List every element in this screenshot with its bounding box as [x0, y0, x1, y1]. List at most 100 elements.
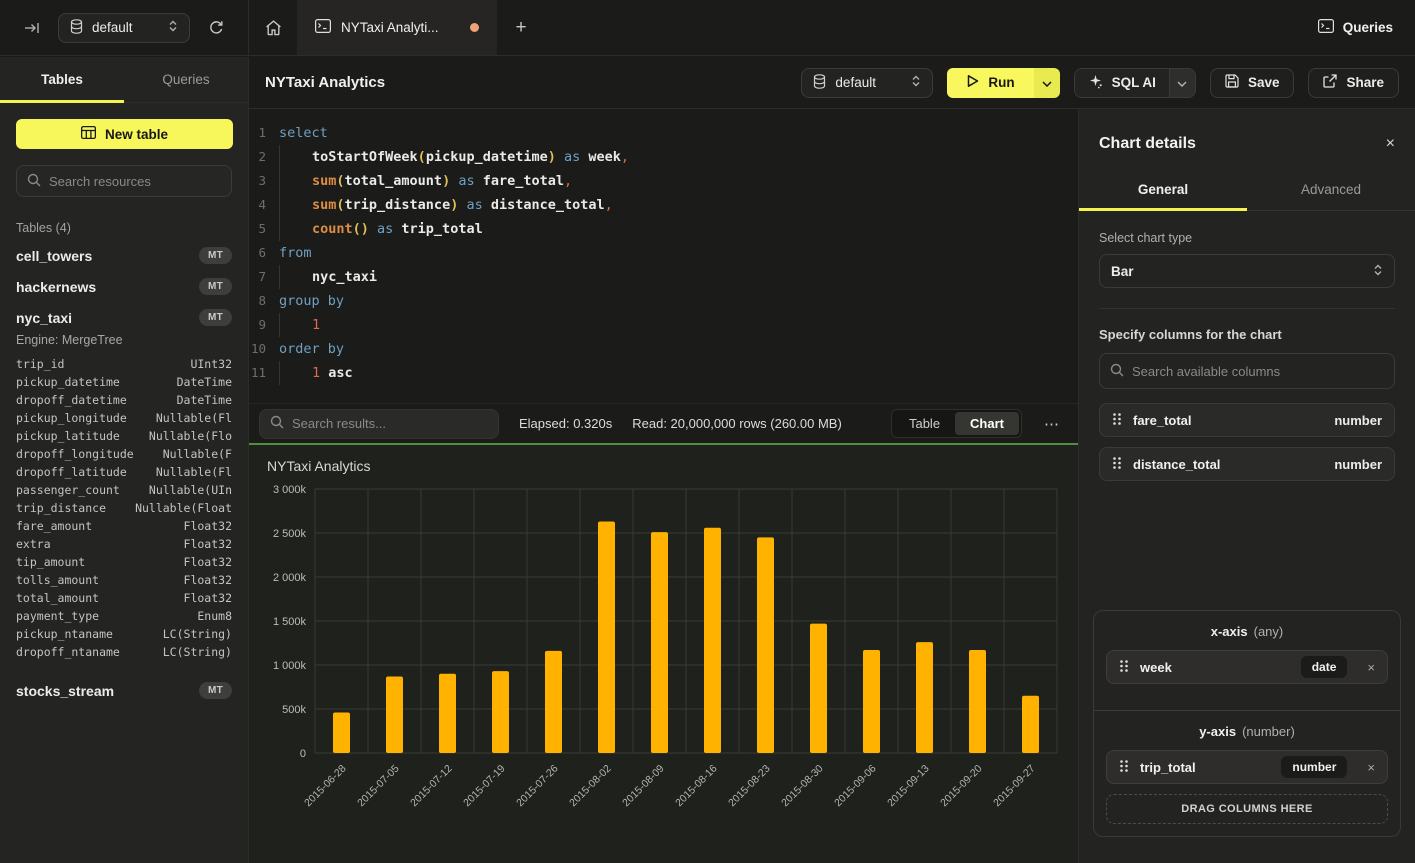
- code-line-6[interactable]: 6from: [249, 241, 1078, 265]
- bar-2015-07-26: [545, 651, 562, 753]
- x-tick-label: 2015-07-19: [461, 763, 508, 810]
- results-search-input[interactable]: [292, 416, 488, 431]
- new-table-button[interactable]: New table: [16, 119, 233, 149]
- sql-ai-label: SQL AI: [1112, 75, 1156, 90]
- sidebar-table-cell-towers[interactable]: cell_towers MT: [0, 240, 248, 271]
- sidebar-search-input[interactable]: [49, 174, 221, 189]
- engine-badge: MT: [199, 682, 232, 699]
- table-column-payment_type[interactable]: payment_typeEnum8: [0, 607, 248, 625]
- code-line-7[interactable]: 7nyc_taxi: [249, 265, 1078, 289]
- table-column-tolls_amount[interactable]: tolls_amountFloat32: [0, 571, 248, 589]
- table-column-dropoff_ntaname[interactable]: dropoff_ntanameLC(String): [0, 643, 248, 661]
- y-tick-label: 2 000k: [273, 572, 307, 584]
- y-tick-label: 3 000k: [273, 484, 307, 496]
- run-options-button[interactable]: [1034, 68, 1060, 98]
- y-tick-label: 0: [300, 748, 306, 760]
- x-tick-label: 2015-07-05: [355, 763, 402, 810]
- remove-column-icon[interactable]: ×: [1358, 660, 1375, 675]
- database-selector[interactable]: default: [58, 13, 190, 43]
- code-line-5[interactable]: 5count() as trip_total: [249, 217, 1078, 241]
- table-column-dropoff_datetime[interactable]: dropoff_datetimeDateTime: [0, 391, 248, 409]
- y-axis-label: y-axis: [1199, 724, 1236, 739]
- drag-handle-icon: [1112, 456, 1122, 473]
- chart-type-selector[interactable]: Bar: [1099, 254, 1395, 288]
- table-column-pickup_datetime[interactable]: pickup_datetimeDateTime: [0, 373, 248, 391]
- bar-2015-08-02: [598, 522, 615, 753]
- sort-chevrons-icon: [1373, 264, 1383, 279]
- more-options-button[interactable]: ⋯: [1042, 415, 1068, 433]
- bar-2015-06-28: [333, 713, 350, 753]
- code-line-8[interactable]: 8group by: [249, 289, 1078, 313]
- table-column-pickup_ntaname[interactable]: pickup_ntanameLC(String): [0, 625, 248, 643]
- x-tick-label: 2015-06-28: [302, 763, 349, 810]
- new-tab-button[interactable]: +: [497, 0, 545, 55]
- y-tick-label: 500k: [282, 704, 306, 716]
- x-tick-label: 2015-08-02: [567, 763, 614, 810]
- main-area: NYTaxi Analytics default Run SQL AI: [249, 57, 1415, 863]
- save-button[interactable]: Save: [1210, 68, 1295, 98]
- sidebar-table-nyc-taxi[interactable]: nyc_taxi MT: [0, 302, 248, 333]
- table-column-dropoff_latitude[interactable]: dropoff_latitudeNullable(Fl: [0, 463, 248, 481]
- code-line-9[interactable]: 91: [249, 313, 1078, 337]
- sidebar-tab-queries[interactable]: Queries: [124, 57, 248, 102]
- view-toggle-table[interactable]: Table: [894, 412, 955, 435]
- tab-general[interactable]: General: [1079, 171, 1247, 210]
- code-line-2[interactable]: 2toStartOfWeek(pickup_datetime) as week,: [249, 145, 1078, 169]
- columns-search-input[interactable]: [1132, 364, 1384, 379]
- table-column-trip_id[interactable]: trip_idUInt32: [0, 355, 248, 373]
- refresh-icon[interactable]: [202, 14, 230, 42]
- bar-2015-07-12: [439, 674, 456, 753]
- sidebar-table-stocks-stream[interactable]: stocks_stream MT: [0, 675, 248, 706]
- close-icon[interactable]: ×: [1386, 136, 1395, 152]
- save-button-label: Save: [1248, 75, 1280, 90]
- run-button-label: Run: [988, 75, 1014, 90]
- chart-type-label: Select chart type: [1099, 231, 1395, 245]
- table-column-tip_amount[interactable]: tip_amountFloat32: [0, 553, 248, 571]
- table-column-extra[interactable]: extraFloat32: [0, 535, 248, 553]
- y-axis-column-trip-total[interactable]: trip_total number ×: [1106, 750, 1388, 784]
- engine-label: Engine: MergeTree: [0, 333, 248, 355]
- x-tick-label: 2015-08-09: [620, 763, 667, 810]
- home-tab[interactable]: [249, 0, 297, 55]
- code-line-10[interactable]: 10order by: [249, 337, 1078, 361]
- sql-editor[interactable]: 1select2toStartOfWeek(pickup_datetime) a…: [249, 109, 1078, 403]
- available-column-fare-total[interactable]: fare_total number: [1099, 403, 1395, 437]
- elapsed-stat: Elapsed: 0.320s: [519, 416, 612, 431]
- queries-button[interactable]: Queries: [1296, 0, 1415, 55]
- collapse-sidebar-icon[interactable]: [18, 14, 46, 42]
- view-toggle-chart[interactable]: Chart: [955, 412, 1019, 435]
- table-column-trip_distance[interactable]: trip_distanceNullable(Float: [0, 499, 248, 517]
- drag-columns-drop-zone[interactable]: DRAG COLUMNS HERE: [1106, 794, 1388, 824]
- x-tick-label: 2015-08-30: [779, 763, 826, 810]
- run-button[interactable]: Run: [947, 68, 1033, 98]
- query-tab[interactable]: NYTaxi Analyti...: [297, 0, 497, 55]
- remove-column-icon[interactable]: ×: [1358, 760, 1375, 775]
- share-button[interactable]: Share: [1308, 68, 1399, 98]
- chevron-down-icon: [1177, 75, 1187, 90]
- tab-advanced[interactable]: Advanced: [1247, 171, 1415, 210]
- bar-2015-07-19: [492, 671, 509, 753]
- code-line-3[interactable]: 3sum(total_amount) as fare_total,: [249, 169, 1078, 193]
- code-line-4[interactable]: 4sum(trip_distance) as distance_total,: [249, 193, 1078, 217]
- available-column-distance-total[interactable]: distance_total number: [1099, 447, 1395, 481]
- table-column-passenger_count[interactable]: passenger_countNullable(UIn: [0, 481, 248, 499]
- table-column-fare_amount[interactable]: fare_amountFloat32: [0, 517, 248, 535]
- sidebar-table-hackernews[interactable]: hackernews MT: [0, 271, 248, 302]
- database-icon: [813, 74, 826, 92]
- code-line-11[interactable]: 111 asc: [249, 361, 1078, 385]
- table-column-dropoff_longitude[interactable]: dropoff_longitudeNullable(F: [0, 445, 248, 463]
- toolbar-database-selector[interactable]: default: [801, 68, 933, 98]
- x-axis-hint: (any): [1254, 624, 1284, 639]
- table-column-pickup_longitude[interactable]: pickup_longitudeNullable(Fl: [0, 409, 248, 427]
- column-type-badge: date: [1301, 656, 1348, 678]
- sql-ai-button[interactable]: SQL AI: [1075, 69, 1169, 97]
- table-column-total_amount[interactable]: total_amountFloat32: [0, 589, 248, 607]
- x-axis-column-week[interactable]: week date ×: [1106, 650, 1388, 684]
- sidebar-tab-tables[interactable]: Tables: [0, 57, 124, 102]
- bar-2015-09-13: [916, 642, 933, 753]
- table-column-pickup_latitude[interactable]: pickup_latitudeNullable(Flo: [0, 427, 248, 445]
- code-line-1[interactable]: 1select: [249, 121, 1078, 145]
- bar-2015-09-27: [1022, 696, 1039, 753]
- sql-ai-options-button[interactable]: [1169, 69, 1195, 97]
- query-content: 1select2toStartOfWeek(pickup_datetime) a…: [249, 109, 1078, 863]
